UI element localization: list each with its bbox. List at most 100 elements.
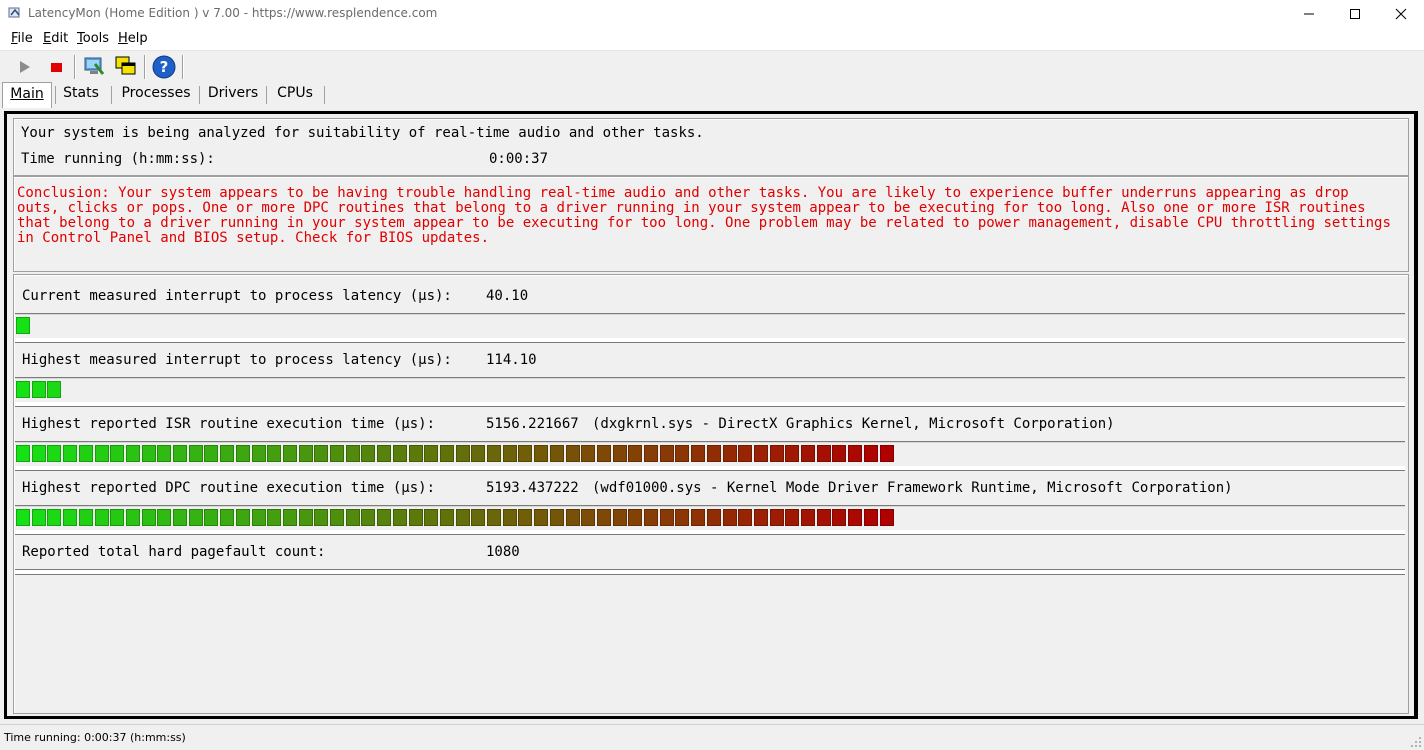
stop-button[interactable] [43, 54, 69, 80]
maximize-button[interactable] [1332, 0, 1378, 28]
menu-tools[interactable]: Tools [77, 31, 109, 46]
meter-segment [251, 509, 266, 526]
meter-segment [471, 509, 486, 526]
maximize-icon [1350, 9, 1360, 19]
toolbar-separator [74, 55, 76, 79]
meter-segment [816, 445, 831, 462]
app-icon [8, 7, 20, 18]
latency-meter [15, 377, 1405, 407]
meter-segment [455, 445, 470, 462]
meter-segment [282, 509, 297, 526]
tab-stats-label: Stats [63, 85, 99, 101]
metric-value: 1080 [486, 544, 520, 560]
meter-segment [141, 509, 156, 526]
meter-segment [738, 445, 753, 462]
meter-segment [612, 509, 627, 526]
meter-segment [251, 445, 266, 462]
meter-segment [16, 509, 30, 526]
meter-segment [832, 509, 847, 526]
pagefault-divider [15, 569, 1405, 575]
meter-segment [408, 509, 423, 526]
meter-segment [314, 445, 329, 462]
menu-file[interactable]: File [11, 31, 33, 46]
resize-grip-icon[interactable] [1410, 736, 1422, 748]
latency-meter [15, 313, 1405, 343]
time-running-value: 0:00:37 [489, 151, 549, 167]
tab-processes[interactable]: Processes [117, 82, 195, 106]
computer-icon [84, 57, 105, 75]
close-icon [1395, 8, 1407, 20]
meter-segment [16, 445, 30, 462]
meter-segment [110, 509, 125, 526]
tab-strip: Main Stats Processes Drivers CPUs [0, 82, 1424, 108]
meter-segment [691, 509, 706, 526]
meter-segment [581, 509, 596, 526]
minimize-icon [1304, 13, 1314, 15]
tab-drivers[interactable]: Drivers [204, 82, 262, 106]
meter-segment [47, 381, 62, 398]
menu-edit[interactable]: Edit [43, 31, 68, 46]
toolbar-separator [144, 55, 146, 79]
summary-panel: Your system is being analyzed for suitab… [13, 118, 1409, 176]
metric-label: Highest reported ISR routine execution t… [22, 416, 436, 432]
meter-segment [863, 509, 878, 526]
meter-segment [439, 509, 454, 526]
menu-edit-accel: E [43, 31, 52, 46]
meter-segment [801, 445, 815, 462]
metric-value: 40.10 [486, 288, 529, 304]
meter-segment [298, 509, 313, 526]
metric-label: Current measured interrupt to process la… [22, 288, 452, 304]
svg-text:?: ? [160, 58, 169, 76]
meter-segment [455, 509, 470, 526]
meter-segment [628, 445, 643, 462]
meter-segment [267, 445, 282, 462]
meter-segment [863, 445, 878, 462]
meter-segment [801, 509, 815, 526]
help-button[interactable]: ? [151, 54, 177, 80]
tab-cpus[interactable]: CPUs [270, 82, 320, 106]
tab-main[interactable]: Main [2, 82, 52, 108]
play-icon [20, 61, 30, 73]
meter-segment [424, 445, 439, 462]
meter-segment [832, 445, 847, 462]
meter-segment [220, 509, 235, 526]
tab-processes-label: Processes [121, 85, 191, 101]
windows-button[interactable] [113, 54, 139, 80]
meter-segment [392, 509, 407, 526]
tab-stats[interactable]: Stats [58, 82, 104, 106]
close-button[interactable] [1378, 0, 1424, 28]
meter-segment [188, 445, 203, 462]
meter-segment [659, 445, 674, 462]
meter-segment [267, 509, 282, 526]
meter-segment [471, 445, 486, 462]
meter-segment [314, 509, 329, 526]
meter-segment [769, 509, 784, 526]
meter-segment [204, 445, 219, 462]
meter-segment [612, 445, 627, 462]
menu-help[interactable]: Help [118, 31, 148, 46]
toolbar-separator [182, 55, 184, 79]
meter-segment [565, 509, 580, 526]
meter-segment [424, 509, 439, 526]
meter-segment [769, 445, 784, 462]
metric-value: 5156.221667 [486, 416, 579, 432]
meter-segment [78, 445, 93, 462]
meter-segment [63, 509, 78, 526]
menu-bar: File Edit Tools Help [0, 28, 1424, 51]
meter-segment [534, 445, 549, 462]
meter-segment [141, 445, 156, 462]
meter-segment [879, 509, 894, 526]
menu-tools-rest: ools [82, 31, 110, 46]
meter-segment [644, 445, 658, 462]
tab-separator [199, 86, 200, 104]
start-button[interactable] [11, 54, 37, 80]
tab-separator [324, 86, 325, 104]
meter-segment [16, 317, 30, 334]
meter-segment [518, 445, 533, 462]
meter-segment [157, 445, 172, 462]
computer-button[interactable] [81, 54, 107, 80]
minimize-button[interactable] [1286, 0, 1332, 28]
main-panel: Your system is being analyzed for suitab… [4, 111, 1418, 719]
tab-separator [111, 86, 112, 104]
meter-segment [157, 509, 172, 526]
